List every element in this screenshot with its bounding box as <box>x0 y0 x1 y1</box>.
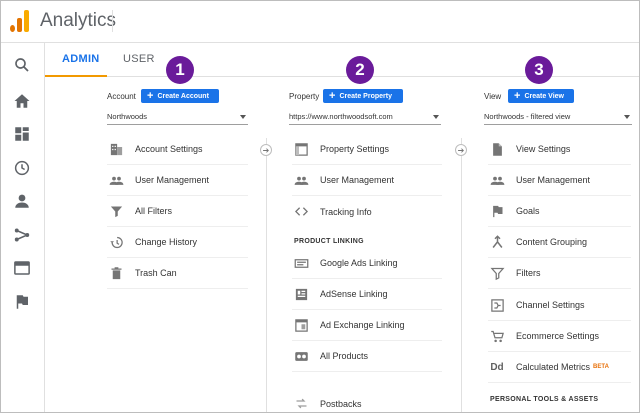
screenshot-border <box>0 0 640 413</box>
